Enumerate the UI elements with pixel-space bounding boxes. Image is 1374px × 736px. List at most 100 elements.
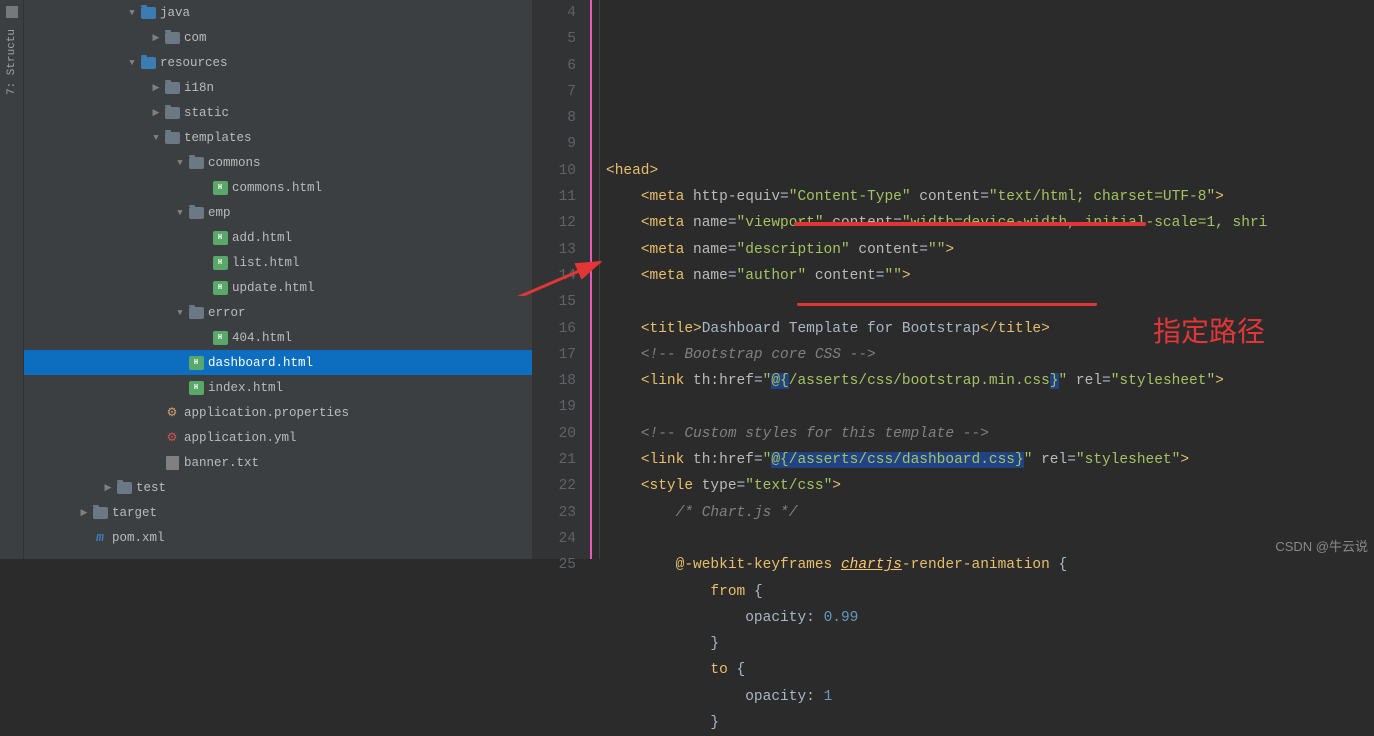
folder-icon (164, 30, 180, 46)
tree-item-label: commons (208, 156, 532, 170)
expand-arrow-icon[interactable] (150, 33, 162, 43)
code-line[interactable]: <style type="text/css"> (606, 473, 1374, 499)
tree-item-label: add.html (232, 231, 532, 245)
code-line[interactable]: to { (606, 657, 1374, 683)
tree-item-static[interactable]: static (24, 100, 532, 125)
folder-icon (188, 305, 204, 321)
annotation-text: 指定路径 (1153, 319, 1265, 345)
line-number[interactable]: 5 (533, 26, 576, 52)
tree-item-banner-txt[interactable]: banner.txt (24, 450, 532, 475)
line-number[interactable]: 9 (533, 131, 576, 157)
annotation-underline-2 (797, 302, 1097, 306)
line-number[interactable]: 22 (533, 473, 576, 499)
expand-arrow-icon[interactable] (150, 133, 162, 143)
code-line[interactable]: <meta http-equiv="Content-Type" content=… (606, 184, 1374, 210)
line-number[interactable]: 7 (533, 79, 576, 105)
code-editor[interactable]: 45678910111213141516171819202122232425 指… (533, 0, 1374, 559)
code-area[interactable]: 指定路径 <head> <meta http-equiv="Content-Ty… (600, 0, 1374, 559)
tree-item-label: com (184, 31, 532, 45)
expand-arrow-icon[interactable] (126, 8, 138, 18)
tree-item-pom-xml[interactable]: m pom.xml (24, 525, 532, 550)
code-line[interactable]: from { (606, 579, 1374, 605)
maven-file-icon: m (92, 530, 108, 546)
code-line[interactable] (606, 526, 1374, 552)
line-number[interactable]: 11 (533, 184, 576, 210)
tree-item-label: pom.xml (112, 531, 532, 545)
line-number[interactable]: 17 (533, 342, 576, 368)
expand-arrow-icon[interactable] (174, 158, 186, 168)
line-number[interactable]: 25 (533, 552, 576, 578)
annotation-underline-1 (794, 222, 1146, 226)
expand-arrow-icon[interactable] (126, 58, 138, 68)
tree-item-application-yml[interactable]: ⚙application.yml (24, 425, 532, 450)
expand-arrow-icon[interactable] (78, 508, 90, 518)
code-line[interactable]: opacity: 0.99 (606, 605, 1374, 631)
folder-icon (164, 130, 180, 146)
expand-arrow-icon[interactable] (174, 208, 186, 218)
line-number[interactable]: 18 (533, 368, 576, 394)
tree-item-label: test (136, 481, 532, 495)
html-file-icon: H (188, 380, 204, 396)
tree-item-i18n[interactable]: i18n (24, 75, 532, 100)
tree-item-test[interactable]: test (24, 475, 532, 500)
tree-item-update-html[interactable]: Hupdate.html (24, 275, 532, 300)
tree-item-index-html[interactable]: Hindex.html (24, 375, 532, 400)
folder-icon (164, 80, 180, 96)
tree-item-label: dashboard.html (208, 356, 532, 370)
line-number[interactable]: 8 (533, 105, 576, 131)
tree-item-dashboard-html[interactable]: Hdashboard.html (24, 350, 532, 375)
tree-item-com[interactable]: com (24, 25, 532, 50)
tree-item-add-html[interactable]: Hadd.html (24, 225, 532, 250)
line-number[interactable]: 21 (533, 447, 576, 473)
tree-item-label: index.html (208, 381, 532, 395)
tree-item-target[interactable]: target (24, 500, 532, 525)
tree-item-label: java (160, 6, 532, 20)
tree-item-404-html[interactable]: H404.html (24, 325, 532, 350)
line-number[interactable]: 24 (533, 526, 576, 552)
line-number[interactable]: 4 (533, 0, 576, 26)
line-number[interactable]: 20 (533, 421, 576, 447)
line-number[interactable]: 13 (533, 237, 576, 263)
tree-item-templates[interactable]: templates (24, 125, 532, 150)
line-number[interactable]: 23 (533, 500, 576, 526)
tree-item-commons-html[interactable]: Hcommons.html (24, 175, 532, 200)
code-line[interactable]: <meta name="author" content=""> (606, 263, 1374, 289)
tree-item-application-properties[interactable]: ⚙application.properties (24, 400, 532, 425)
line-number[interactable]: 14 (533, 263, 576, 289)
line-number[interactable]: 12 (533, 210, 576, 236)
code-line[interactable]: } (606, 631, 1374, 657)
code-line[interactable]: } (606, 710, 1374, 736)
expand-arrow-icon[interactable] (150, 108, 162, 118)
expand-arrow-icon[interactable] (150, 83, 162, 93)
tree-item-error[interactable]: error (24, 300, 532, 325)
html-file-icon: H (188, 355, 204, 371)
code-line[interactable]: <link th:href="@{/asserts/css/dashboard.… (606, 447, 1374, 473)
code-line[interactable]: /* Chart.js */ (606, 500, 1374, 526)
code-line[interactable]: <link th:href="@{/asserts/css/bootstrap.… (606, 368, 1374, 394)
code-line[interactable]: @-webkit-keyframes chartjs-render-animat… (606, 552, 1374, 578)
tree-item-emp[interactable]: emp (24, 200, 532, 225)
tree-item-label: banner.txt (184, 456, 532, 470)
tree-item-resources[interactable]: resources (24, 50, 532, 75)
line-number[interactable]: 19 (533, 394, 576, 420)
code-line[interactable]: <head> (606, 158, 1374, 184)
tree-item-list-html[interactable]: Hlist.html (24, 250, 532, 275)
html-file-icon: H (212, 180, 228, 196)
project-tree[interactable]: java com resourcesi18nstatictemplates commo… (24, 0, 533, 559)
tree-item-commons[interactable]: commons (24, 150, 532, 175)
line-number[interactable]: 6 (533, 53, 576, 79)
line-number[interactable]: 10 (533, 158, 576, 184)
folder-icon (188, 205, 204, 221)
code-line[interactable]: opacity: 1 (606, 684, 1374, 710)
tree-item-label: emp (208, 206, 532, 220)
expand-arrow-icon[interactable] (174, 308, 186, 318)
line-number[interactable]: 15 (533, 289, 576, 315)
structure-icon[interactable] (6, 6, 18, 18)
code-line[interactable]: <meta name="description" content=""> (606, 237, 1374, 263)
expand-arrow-icon[interactable] (102, 483, 114, 493)
structure-label[interactable]: 7: Structu (6, 29, 18, 95)
tree-item-java[interactable]: java (24, 0, 532, 25)
line-number[interactable]: 16 (533, 316, 576, 342)
code-line[interactable]: <!-- Custom styles for this template --> (606, 421, 1374, 447)
code-line[interactable] (606, 394, 1374, 420)
